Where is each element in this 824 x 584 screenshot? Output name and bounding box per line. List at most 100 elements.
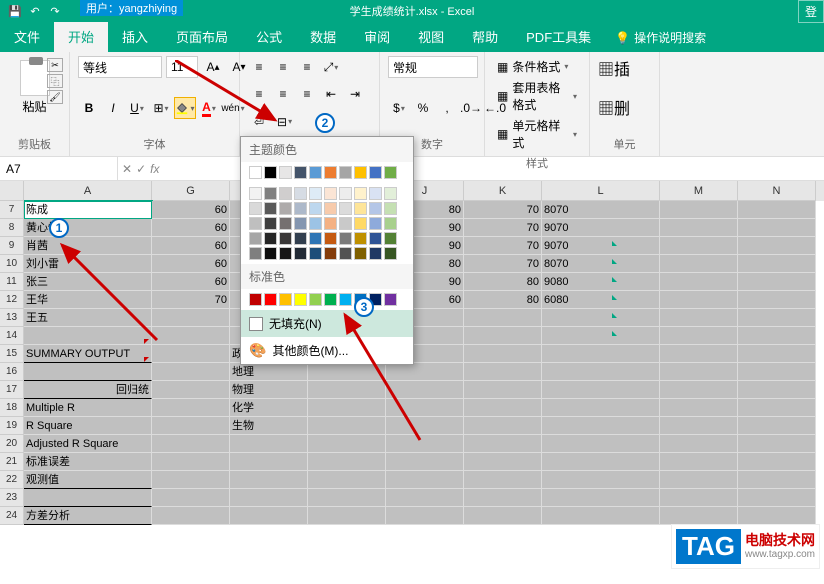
color-swatch[interactable] (339, 217, 352, 230)
indent-right-icon[interactable]: ⇥ (344, 83, 366, 105)
color-swatch[interactable] (384, 232, 397, 245)
increase-decimal-icon[interactable]: .0→ (460, 97, 482, 119)
color-swatch[interactable] (384, 166, 397, 179)
col-header-N[interactable]: N (738, 181, 816, 201)
cell-styles-button[interactable]: ▦单元格样式▾ (493, 115, 581, 153)
color-swatch[interactable] (309, 293, 322, 306)
col-header-K[interactable]: K (464, 181, 542, 201)
cell-N24[interactable] (738, 507, 816, 525)
cell-N12[interactable] (738, 291, 816, 309)
cell-N18[interactable] (738, 399, 816, 417)
comma-icon[interactable]: , (436, 97, 458, 119)
cell-L20[interactable] (542, 435, 660, 453)
color-swatch[interactable] (294, 247, 307, 260)
color-swatch[interactable] (354, 202, 367, 215)
row-header-12[interactable]: 12 (0, 291, 24, 309)
cell-G7[interactable]: 60 (152, 201, 230, 219)
cell-M15[interactable] (660, 345, 738, 363)
row-header-18[interactable]: 18 (0, 399, 24, 417)
color-swatch[interactable] (354, 247, 367, 260)
insert-cells-button[interactable]: ▦插 (598, 56, 651, 80)
color-swatch[interactable] (249, 247, 262, 260)
color-swatch[interactable] (294, 217, 307, 230)
row-header-8[interactable]: 8 (0, 219, 24, 237)
cell-L14[interactable] (542, 327, 660, 345)
cell-L8[interactable]: 9070 (542, 219, 660, 237)
row-header-21[interactable]: 21 (0, 453, 24, 471)
cell-L18[interactable] (542, 399, 660, 417)
row-header-10[interactable]: 10 (0, 255, 24, 273)
cell-K18[interactable] (464, 399, 542, 417)
cell-J22[interactable] (386, 471, 464, 489)
cell-G17[interactable] (152, 381, 230, 399)
cell-L21[interactable] (542, 453, 660, 471)
cell-N10[interactable] (738, 255, 816, 273)
color-swatch[interactable] (309, 217, 322, 230)
cell-M11[interactable] (660, 273, 738, 291)
color-swatch[interactable] (339, 202, 352, 215)
cell-M23[interactable] (660, 489, 738, 507)
color-swatch[interactable] (309, 247, 322, 260)
color-swatch[interactable] (264, 293, 277, 306)
color-swatch[interactable] (324, 247, 337, 260)
color-swatch[interactable] (324, 166, 337, 179)
color-swatch[interactable] (339, 293, 352, 306)
cell-M22[interactable] (660, 471, 738, 489)
color-swatch[interactable] (294, 187, 307, 200)
color-swatch[interactable] (294, 166, 307, 179)
cell-H16[interactable]: 地理 (230, 363, 308, 381)
save-icon[interactable]: 💾 (8, 4, 22, 18)
color-swatch[interactable] (369, 166, 382, 179)
italic-button[interactable]: I (102, 97, 124, 119)
select-all-corner[interactable] (0, 181, 24, 201)
tab-help[interactable]: 帮助 (458, 21, 512, 52)
row-header-23[interactable]: 23 (0, 489, 24, 507)
cell-L12[interactable]: 6080 (542, 291, 660, 309)
cell-H23[interactable] (230, 489, 308, 507)
cell-L23[interactable] (542, 489, 660, 507)
cell-K10[interactable]: 70 (464, 255, 542, 273)
cell-N23[interactable] (738, 489, 816, 507)
cell-K24[interactable] (464, 507, 542, 525)
percent-icon[interactable]: % (412, 97, 434, 119)
cell-H17[interactable]: 物理 (230, 381, 308, 399)
color-swatch[interactable] (294, 293, 307, 306)
color-swatch[interactable] (354, 187, 367, 200)
row-header-7[interactable]: 7 (0, 201, 24, 219)
color-swatch[interactable] (249, 187, 262, 200)
row-header-14[interactable]: 14 (0, 327, 24, 345)
cell-G8[interactable]: 60 (152, 219, 230, 237)
cell-K9[interactable]: 70 (464, 237, 542, 255)
color-swatch[interactable] (309, 166, 322, 179)
cell-K23[interactable] (464, 489, 542, 507)
conditional-format-button[interactable]: ▦条件格式▾ (493, 56, 581, 77)
cell-N20[interactable] (738, 435, 816, 453)
col-header-A[interactable]: A (24, 181, 152, 201)
cell-L17[interactable] (542, 381, 660, 399)
color-swatch[interactable] (279, 202, 292, 215)
cell-L19[interactable] (542, 417, 660, 435)
color-swatch[interactable] (249, 202, 262, 215)
indent-left-icon[interactable]: ⇤ (320, 83, 342, 105)
tab-pdf-tools[interactable]: PDF工具集 (512, 21, 605, 52)
color-swatch[interactable] (339, 166, 352, 179)
cell-A21[interactable]: 标准误差 (24, 453, 152, 471)
border-button[interactable]: ⊞▾ (150, 97, 172, 119)
cell-N15[interactable] (738, 345, 816, 363)
cell-L7[interactable]: 8070 (542, 201, 660, 219)
cell-N7[interactable] (738, 201, 816, 219)
cell-N8[interactable] (738, 219, 816, 237)
color-swatch[interactable] (249, 293, 262, 306)
cell-A24[interactable]: 方差分析 (24, 507, 152, 525)
cell-A18[interactable]: Multiple R (24, 399, 152, 417)
cell-H24[interactable] (230, 507, 308, 525)
cell-L16[interactable] (542, 363, 660, 381)
cell-J24[interactable] (386, 507, 464, 525)
cell-K21[interactable] (464, 453, 542, 471)
color-swatch[interactable] (294, 232, 307, 245)
color-swatch[interactable] (264, 217, 277, 230)
cell-G19[interactable] (152, 417, 230, 435)
cell-K12[interactable]: 80 (464, 291, 542, 309)
color-swatch[interactable] (324, 232, 337, 245)
cut-icon[interactable]: ✂ (47, 58, 63, 72)
